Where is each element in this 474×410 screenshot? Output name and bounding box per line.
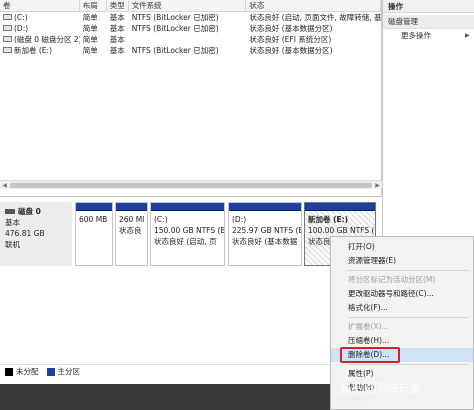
volume-status: 状态良好 (基本数据分区) <box>249 46 333 55</box>
volume-list-header: 卷 布局 类型 文件系统 状态 <box>0 0 382 12</box>
volume-layout: 简单 <box>82 24 98 33</box>
scrollbar-thumb[interactable] <box>10 183 372 188</box>
menu-separator <box>348 270 469 271</box>
taskbar-strip <box>0 384 330 410</box>
volume-status: 状态良好 (基本数据分区) <box>249 24 333 33</box>
disk-icon <box>5 208 15 214</box>
legend-swatch-unallocated <box>5 367 13 376</box>
column-header-type[interactable]: 类型 <box>107 0 129 11</box>
drive-icon <box>3 47 12 53</box>
legend-label: 未分配 <box>16 367 39 376</box>
legend: 未分配 主分区 <box>0 364 330 378</box>
watermark-main: 知乎 @测峰玩家 <box>340 382 421 395</box>
menu-item-mark-active: 将分区标记为活动分区(M) <box>348 275 436 284</box>
menu-item-shrink-volume[interactable]: 压缩卷(H)... <box>331 334 473 348</box>
partition-status: 状态良好 (启动, 页 <box>154 237 217 246</box>
volume-status: 状态良好 (启动, 页面文件, 故障转储, 基本 <box>249 13 382 22</box>
partition-size: 225.97 GB NTFS (B <box>232 226 301 235</box>
volume-filesystem: NTFS (BitLocker 已加密) <box>131 13 219 22</box>
partition-status: 状态良好 (基本数据 <box>232 237 298 246</box>
watermark-sub: @测峰玩家 <box>340 397 368 403</box>
volume-row[interactable]: 新加卷 (E:) 简单 基本 NTFS (BitLocker 已加密) 状态良好… <box>0 45 381 56</box>
volume-row[interactable]: (C:) 简单 基本 NTFS (BitLocker 已加密) 状态良好 (启动… <box>0 12 381 23</box>
primary-partition-bar <box>151 203 224 211</box>
partition-name: (D:) <box>232 215 247 224</box>
volume-name: (C:) <box>14 13 28 22</box>
partition-name: 新加卷 (E:) <box>308 215 349 224</box>
legend-swatch-primary <box>46 367 55 376</box>
volume-type: 基本 <box>109 35 125 44</box>
menu-separator <box>348 317 469 318</box>
volume-filesystem <box>129 34 247 45</box>
scroll-left-icon[interactable]: ◀ <box>0 181 9 190</box>
disk-info[interactable]: 磁盘 0 基本 476.81 GB 联机 <box>0 202 72 266</box>
volume-layout: 简单 <box>82 13 98 22</box>
horizontal-scrollbar[interactable]: ◀ ▶ <box>0 180 382 189</box>
drive-icon <box>3 14 12 20</box>
more-actions-label: 更多操作 <box>401 31 431 40</box>
primary-partition-bar <box>229 203 301 211</box>
menu-item-properties[interactable]: 属性(P) <box>331 367 473 381</box>
primary-partition-bar <box>305 203 375 211</box>
partition-260mb[interactable]: 260 MI 状态良 <box>115 202 148 266</box>
volume-type: 基本 <box>109 46 125 55</box>
drive-icon <box>3 36 12 42</box>
legend-item-unallocated: 未分配 <box>5 366 39 377</box>
volume-name: (磁盘 0 磁盘分区 2) <box>14 35 80 44</box>
menu-item-format[interactable]: 格式化(F)... <box>331 301 473 315</box>
more-actions[interactable]: 更多操作 ▶ <box>383 29 474 43</box>
volume-name: 新加卷 (E:) <box>14 46 53 55</box>
disk-status: 联机 <box>5 240 20 249</box>
chevron-right-icon: ▶ <box>465 32 470 39</box>
volume-filesystem: NTFS (BitLocker 已加密) <box>131 24 219 33</box>
legend-label: 主分区 <box>57 367 81 376</box>
disk-size: 476.81 GB <box>5 229 45 238</box>
volume-layout: 简单 <box>82 35 98 44</box>
partition-size: 600 MB <box>79 215 108 224</box>
menu-item-delete-volume[interactable]: 删除卷(D)... <box>331 347 473 363</box>
partition-size: 150.00 GB NTFS (B <box>154 226 224 235</box>
menu-separator <box>348 364 469 365</box>
volume-name: (D:) <box>14 24 29 33</box>
scroll-right-icon[interactable]: ▶ <box>373 181 382 190</box>
disk-name: 磁盘 0 <box>18 207 41 216</box>
menu-item-change-drive-letter[interactable]: 更改驱动器号和路径(C)... <box>331 287 473 301</box>
volume-list: 卷 布局 类型 文件系统 状态 (C:) 简单 基本 NTFS (BitLock… <box>0 0 382 196</box>
partition-size: 260 MI <box>119 215 145 224</box>
partition-efi-600mb[interactable]: 600 MB <box>75 202 113 266</box>
volume-row[interactable]: (磁盘 0 磁盘分区 2) 简单 基本 状态良好 (EFI 系统分区) <box>0 34 381 45</box>
volume-status: 状态良好 (EFI 系统分区) <box>249 35 332 44</box>
volume-filesystem: NTFS (BitLocker 已加密) <box>131 46 219 55</box>
legend-item-primary: 主分区 <box>46 366 81 377</box>
menu-item-open[interactable]: 打开(O) <box>331 240 473 254</box>
watermark: 知乎 @测峰玩家 @测峰玩家 <box>340 382 472 408</box>
operations-title: 操作 <box>383 0 474 13</box>
drive-icon <box>3 25 12 31</box>
disk-type: 基本 <box>5 218 20 227</box>
operations-section-disk-management[interactable]: 磁盘管理 <box>383 15 474 29</box>
highlight-box <box>340 347 400 363</box>
primary-partition-bar <box>116 203 147 211</box>
partition-size: 100.00 GB NTFS (B <box>308 226 375 235</box>
volume-row[interactable]: (D:) 简单 基本 NTFS (BitLocker 已加密) 状态良好 (基本… <box>0 23 381 34</box>
volume-type: 基本 <box>109 13 125 22</box>
partition-d[interactable]: (D:) 225.97 GB NTFS (B 状态良好 (基本数据 <box>228 202 302 266</box>
column-header-status[interactable]: 状态 <box>246 0 382 11</box>
volume-layout: 简单 <box>82 46 98 55</box>
partition-c[interactable]: (C:) 150.00 GB NTFS (B 状态良好 (启动, 页 <box>150 202 225 266</box>
menu-item-explorer[interactable]: 资源管理器(E) <box>331 254 473 268</box>
partition-status: 状态良 <box>119 226 142 235</box>
menu-item-extend-volume: 扩展卷(X)... <box>348 322 389 331</box>
column-header-layout[interactable]: 布局 <box>80 0 107 11</box>
primary-partition-bar <box>76 203 112 211</box>
column-header-volume[interactable]: 卷 <box>0 0 80 11</box>
partition-name: (C:) <box>154 215 168 224</box>
volume-type: 基本 <box>109 24 125 33</box>
column-header-filesystem[interactable]: 文件系统 <box>129 0 247 11</box>
